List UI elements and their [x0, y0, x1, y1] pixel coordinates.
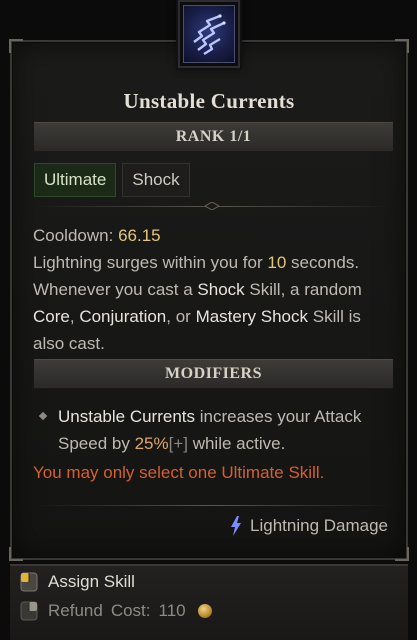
duration-value: 10 — [267, 253, 287, 272]
modifiers-header: MODIFIERS — [165, 365, 262, 382]
assign-skill-label: Assign Skill — [48, 572, 135, 591]
right-mouse-button-icon — [20, 601, 38, 621]
tooltip-footer: Assign Skill Refund Cost: 110 — [10, 564, 408, 640]
section-divider — [34, 505, 393, 506]
damage-type: Lightning Damage — [230, 514, 388, 538]
modifier-item: Unstable Currents increases your Attack … — [36, 403, 392, 457]
rank-label: RANK 1/1 — [175, 128, 252, 145]
keyword-shock: Shock — [260, 307, 309, 326]
cooldown-line: Cooldown: 66.15 — [33, 222, 395, 249]
frame-corner — [9, 39, 23, 53]
modifier-text: while active. — [187, 434, 286, 453]
cooldown-label: Cooldown: — [33, 226, 114, 245]
tag-ultimate: Ultimate — [34, 163, 117, 197]
desc-text: Skill, a random — [244, 280, 362, 299]
lightning-icon — [231, 516, 242, 536]
rank-band: RANK 1/1 — [34, 122, 393, 152]
refund-action[interactable]: Refund Cost: 110 — [18, 600, 212, 622]
frame-corner — [9, 547, 23, 561]
keyword-mastery: Mastery — [195, 307, 257, 326]
keyword-shock: Shock — [197, 280, 245, 299]
skill-description: Cooldown: 66.15 Lightning surges within … — [33, 222, 395, 357]
description-body: Lightning surges within you for 10 secon… — [33, 249, 395, 357]
divider-ornament-icon — [205, 202, 219, 210]
modifier-bracket[interactable]: [+] — [169, 434, 188, 453]
skill-icon-frame — [178, 0, 240, 68]
cooldown-value: 66.15 — [118, 226, 161, 245]
ultimate-warning: You may only select one Ultimate Skill. — [33, 463, 325, 482]
refund-cost-label: Cost: — [110, 601, 151, 620]
bullet-diamond-icon — [38, 411, 48, 421]
desc-text: , or — [166, 307, 196, 326]
skill-title: Unstable Currents — [123, 89, 295, 113]
left-mouse-button-icon — [20, 572, 38, 592]
gold-coin-icon — [197, 604, 212, 618]
modifier-value: 25% — [134, 434, 169, 453]
keyword-core: Core — [33, 307, 70, 326]
desc-text: , — [69, 307, 80, 326]
assign-skill-action[interactable]: Assign Skill — [18, 571, 135, 593]
frame-corner — [395, 39, 409, 53]
skill-tooltip: Unstable Currents RANK 1/1 Ultimate Shoc… — [9, 39, 409, 561]
refund-label: Refund — [48, 601, 103, 620]
skill-tags: Ultimate Shock — [34, 163, 190, 197]
tag-shock: Shock — [122, 163, 190, 197]
damage-type-label: Lightning Damage — [250, 516, 388, 535]
refund-cost-value: 110 — [158, 601, 186, 620]
modifier-skill-ref: Unstable Currents — [58, 407, 196, 426]
keyword-conjuration: Conjuration — [79, 307, 167, 326]
lightning-bolts-icon — [183, 5, 235, 63]
modifiers-band: MODIFIERS — [34, 359, 393, 389]
frame-corner — [395, 547, 409, 561]
desc-text: Lightning surges within you for — [33, 253, 268, 272]
